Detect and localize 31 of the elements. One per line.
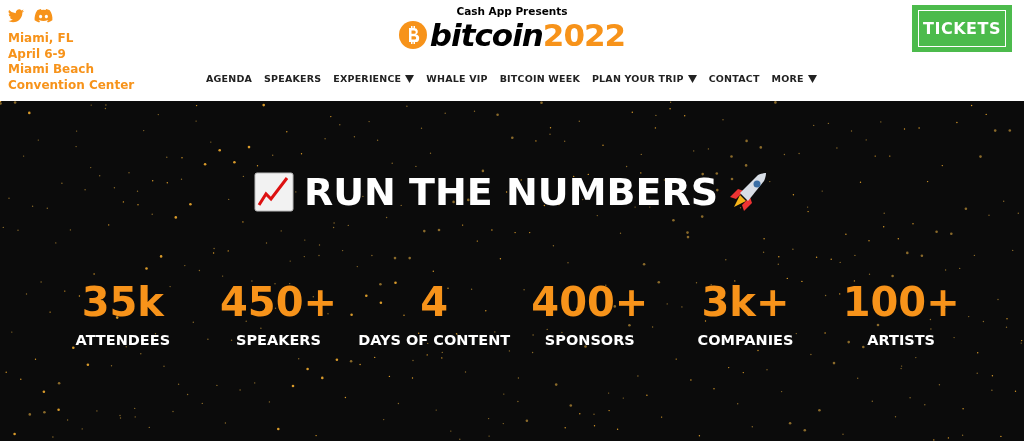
nav-link[interactable]: WHALE VIP bbox=[426, 72, 488, 86]
event-info-text: Miami, FL bbox=[8, 31, 75, 47]
nav-link[interactable]: PLAN YOUR TRIP bbox=[591, 72, 697, 86]
stat-value: 100+ bbox=[842, 278, 960, 326]
chat-icon[interactable] bbox=[34, 9, 53, 23]
coin-icon bbox=[398, 21, 427, 49]
stat-value: 35k bbox=[81, 278, 164, 326]
section-heading: RUN THE NUMBERS bbox=[303, 169, 719, 215]
nav-link[interactable]: MORE bbox=[771, 72, 817, 86]
stat-value: 400+ bbox=[531, 278, 649, 326]
stat-value: 3k+ bbox=[701, 278, 790, 326]
chart-icon bbox=[253, 172, 294, 212]
event-logo[interactable]: bitcoin2022 bbox=[398, 18, 626, 52]
event-info-text: Convention Center bbox=[8, 77, 135, 93]
nav-link[interactable]: EXPERIENCE bbox=[333, 72, 415, 86]
nav-link[interactable]: CONTACT bbox=[708, 72, 760, 86]
stat-label: SPONSORS bbox=[544, 331, 635, 350]
twitter-icon[interactable] bbox=[8, 9, 24, 23]
presenter-text: Cash App Presents bbox=[456, 4, 568, 18]
event-info-text: April 6-9 bbox=[8, 46, 67, 62]
stat-label: DAYS OF CONTENT bbox=[358, 331, 511, 350]
event-info-text: Miami Beach bbox=[8, 62, 95, 78]
stat-label: ARTISTS bbox=[867, 331, 936, 350]
nav-link[interactable]: SPEAKERS bbox=[264, 72, 322, 86]
stat-value: 450+ bbox=[220, 278, 337, 326]
stat-label: SPEAKERS bbox=[236, 331, 321, 350]
stat-label: ATTENDEES bbox=[75, 331, 171, 350]
nav-link[interactable]: AGENDA bbox=[206, 72, 253, 86]
stat-label: COMPANIES bbox=[697, 331, 794, 350]
nav-link[interactable]: BITCOIN WEEK bbox=[499, 72, 580, 86]
stat-value: 4 bbox=[420, 278, 449, 326]
